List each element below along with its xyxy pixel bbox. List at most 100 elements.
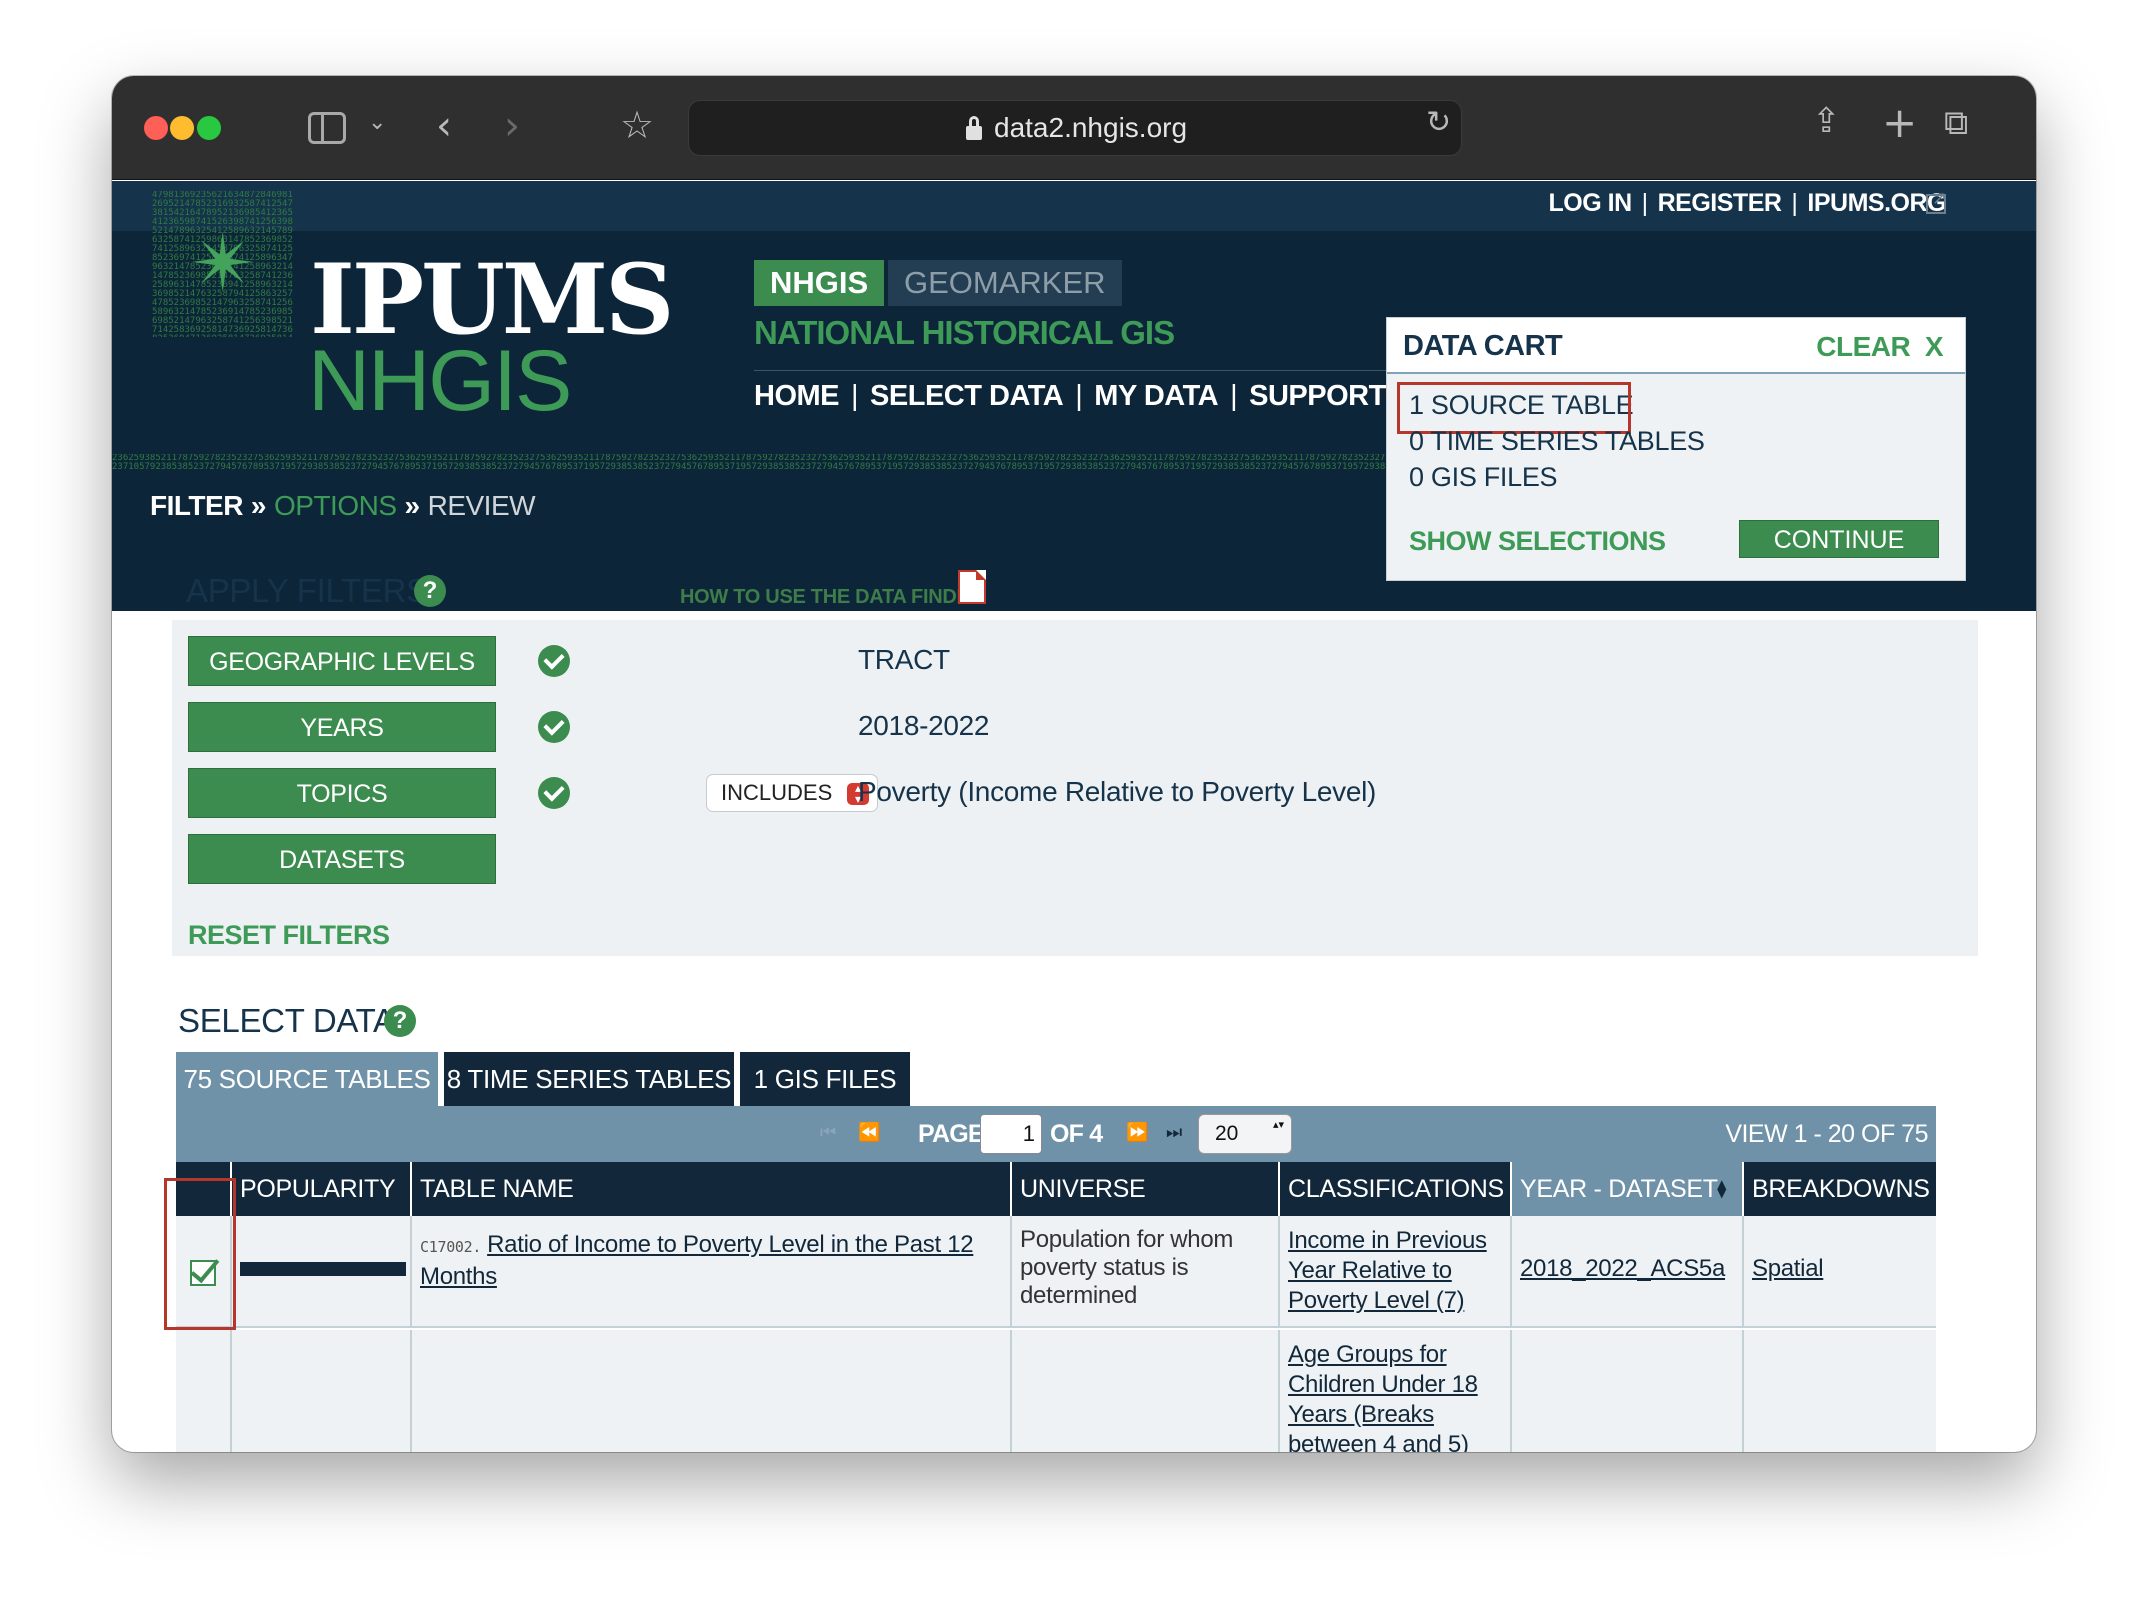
forward-icon[interactable]: › (504, 106, 520, 146)
years-check-icon (538, 711, 570, 743)
cart-clear-label[interactable]: CLEAR (1816, 331, 1910, 362)
years-filter-value: 2018-2022 (858, 710, 990, 741)
topics-mode-select[interactable]: INCLUDES ▴ ▾ (706, 774, 878, 812)
continue-button[interactable]: CONTINUE (1739, 520, 1939, 558)
dataset-cell: 2018_2022_ACS5a (1510, 1216, 1742, 1326)
cart-close-icon[interactable]: X (1925, 331, 1944, 362)
column-classifications[interactable]: CLASSIFICATIONS (1278, 1162, 1510, 1216)
login-link[interactable]: LOG IN (1549, 189, 1633, 217)
classification-link[interactable]: Income in Previous Year Relative to Pove… (1288, 1227, 1487, 1314)
nav-support[interactable]: SUPPORT (1249, 380, 1386, 412)
column-universe[interactable]: UNIVERSE (1010, 1162, 1278, 1216)
tab-overview-icon[interactable]: ⧉ (1944, 106, 1968, 140)
main-nav: HOME | SELECT DATA | MY DATA | SUPPORT (754, 380, 1386, 412)
cart-gis-files-count: 0 GIS FILES (1409, 462, 1558, 492)
data-cart: DATA CART CLEAR X 1 SOURCE TABLE 0 TIME … (1386, 317, 1966, 581)
column-popularity[interactable]: POPULARITY (230, 1162, 410, 1216)
share-icon[interactable]: ⇪ (1812, 104, 1841, 138)
column-table-name[interactable]: TABLE NAME (410, 1162, 1010, 1216)
tab-nhgis[interactable]: NHGIS (754, 260, 885, 306)
nav-divider (754, 370, 1454, 371)
chevron-down-icon[interactable]: ⌄ (368, 112, 386, 134)
url-text[interactable]: data2.nhgis.org (994, 112, 1187, 144)
zoom-window-button[interactable] (197, 116, 221, 140)
browser-toolbar: ⌄ ‹ › ☆ data2.nhgis.org ↻ ⇪ + ⧉ (112, 76, 2036, 180)
universe-cell (1010, 1330, 1278, 1452)
breadcrumb-options[interactable]: OPTIONS (274, 490, 397, 521)
external-link-icon (1926, 188, 1947, 214)
page-total-label: OF 4 (1050, 1120, 1103, 1148)
column-year-dataset[interactable]: YEAR - DATASET ▲ ▼ (1510, 1162, 1742, 1216)
table-row: Age Groups for Children Under 18 Years (… (176, 1330, 1936, 1452)
apply-filters-title: APPLY FILTERS (186, 572, 428, 609)
breadcrumb-review[interactable]: REVIEW (428, 490, 536, 521)
topics-button[interactable]: TOPICS (188, 768, 496, 818)
tab-gis-files[interactable]: 1 GIS FILES (740, 1052, 910, 1106)
popularity-cell (230, 1216, 410, 1326)
tab-source-tables[interactable]: 75 SOURCE TABLES (176, 1052, 438, 1106)
datasets-button[interactable]: DATASETS (188, 834, 496, 884)
select-data-title: SELECT DATA (178, 1002, 395, 1039)
sidebar-toggle-icon[interactable] (308, 112, 346, 144)
data-finder-howto-link[interactable]: HOW TO USE THE DATA FINDER (680, 586, 984, 609)
row-select-cell (176, 1330, 230, 1452)
geo-check-icon (538, 645, 570, 677)
classification-link[interactable]: Age Groups for Children Under 18 Years (… (1288, 1341, 1478, 1452)
nhgis-logo-text[interactable]: NHGIS (308, 338, 572, 424)
nav-select-data[interactable]: SELECT DATA (870, 380, 1064, 412)
page-label: PAGE (918, 1120, 985, 1148)
bookmark-star-icon[interactable]: ☆ (620, 106, 654, 144)
pdf-icon[interactable] (958, 570, 986, 604)
topics-mode-value: INCLUDES (721, 780, 833, 805)
table-name-cell: C17002. Ratio of Income to Poverty Level … (410, 1216, 1010, 1326)
breadcrumb-filter[interactable]: FILTER (150, 490, 243, 521)
first-page-icon[interactable]: ⏮ (820, 1122, 836, 1143)
popularity-cell (230, 1330, 410, 1452)
column-year-dataset-label: YEAR - DATASET (1520, 1175, 1718, 1203)
cart-time-series-count: 0 TIME SERIES TABLES (1409, 426, 1705, 456)
table-header: POPULARITY TABLE NAME UNIVERSE CLASSIFIC… (176, 1162, 1936, 1216)
topics-check-icon (538, 777, 570, 809)
filters-help-icon[interactable]: ? (414, 575, 446, 607)
geo-filter-value: TRACT (858, 644, 950, 675)
breadcrumb-separator: » (404, 490, 421, 521)
view-range-label: VIEW 1 - 20 OF 75 (1725, 1120, 1928, 1148)
reset-filters-link[interactable]: RESET FILTERS (188, 920, 390, 951)
tab-geomarker[interactable]: GEOMARKER (888, 260, 1122, 306)
data-cart-title: DATA CART (1403, 330, 1563, 362)
dataset-link[interactable]: 2018_2022_ACS5a (1520, 1255, 1725, 1282)
universe-cell: Population for whom poverty status is de… (1010, 1216, 1278, 1326)
register-link[interactable]: REGISTER (1658, 189, 1782, 217)
show-selections-link[interactable]: SHOW SELECTIONS (1409, 526, 1666, 557)
nav-home[interactable]: HOME (754, 380, 840, 412)
last-page-icon[interactable]: ⏭ (1166, 1122, 1182, 1143)
pagination-bar: ⏮ ⏪ PAGE 1 OF 4 ⏩ ⏭ 20 VIEW 1 - 20 OF 75 (176, 1106, 1936, 1162)
breadcrumb-separator: » (250, 490, 267, 521)
minimize-window-button[interactable] (170, 116, 194, 140)
geographic-levels-button[interactable]: GEOGRAPHIC LEVELS (188, 636, 496, 686)
previous-page-icon[interactable]: ⏪ (858, 1122, 880, 1143)
table-name-link[interactable]: Ratio of Income to Poverty Level in the … (420, 1231, 974, 1290)
tab-time-series-tables[interactable]: 8 TIME SERIES TABLES (444, 1052, 734, 1106)
new-tab-icon[interactable]: + (1882, 102, 1917, 144)
cart-clear-button[interactable]: CLEAR X (1816, 331, 1943, 363)
browser-window: ⌄ ‹ › ☆ data2.nhgis.org ↻ ⇪ + ⧉ LOG IN | R… (112, 76, 2036, 1452)
nav-my-data[interactable]: MY DATA (1094, 380, 1218, 412)
sort-ascending-icon[interactable]: ▲ ▼ (1717, 1178, 1726, 1199)
back-icon[interactable]: ‹ (436, 106, 452, 146)
rows-per-page-select[interactable]: 20 (1198, 1114, 1292, 1154)
topics-filter-value: Poverty (Income Relative to Poverty Leve… (858, 776, 1377, 807)
breakdowns-link[interactable]: Spatial (1752, 1255, 1824, 1282)
next-page-icon[interactable]: ⏩ (1126, 1122, 1148, 1143)
close-window-button[interactable] (144, 116, 168, 140)
select-data-help-icon[interactable]: ? (384, 1005, 416, 1037)
table-name-cell (410, 1330, 1010, 1452)
site-subtitle: NATIONAL HISTORICAL GIS (754, 314, 1175, 351)
column-breakdowns[interactable]: BREAKDOWNS (1742, 1162, 1936, 1216)
reload-icon[interactable]: ↻ (1426, 108, 1451, 138)
years-button[interactable]: YEARS (188, 702, 496, 752)
page-number-input[interactable]: 1 (980, 1114, 1042, 1154)
ipums-logo-star-icon: ✴ (190, 217, 258, 310)
dataset-cell (1510, 1330, 1742, 1452)
table-row: C17002. Ratio of Income to Poverty Level … (176, 1216, 1936, 1328)
